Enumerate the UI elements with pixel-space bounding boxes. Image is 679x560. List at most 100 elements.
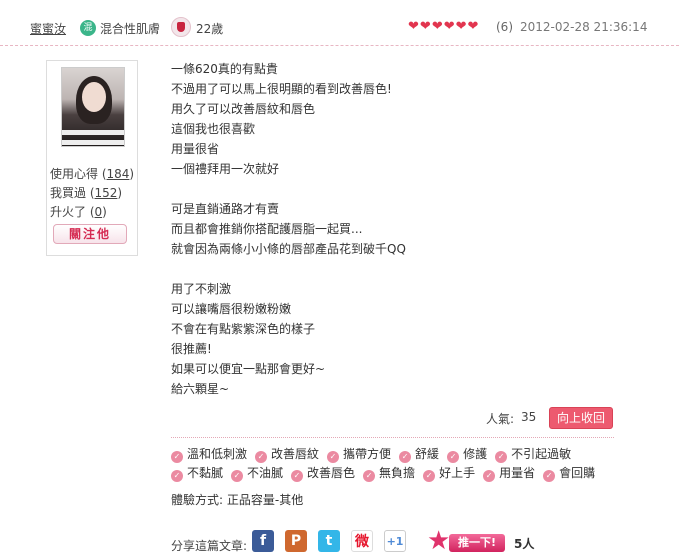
check-icon: ✓	[423, 470, 436, 482]
facebook-icon[interactable]: f	[252, 530, 274, 552]
feature-tag-label: 溫和低刺激	[187, 447, 248, 461]
plurk-icon[interactable]: P	[285, 530, 307, 552]
feature-tag: ✓ 不油膩	[231, 464, 283, 483]
feature-tag-label: 舒緩	[415, 447, 440, 461]
feature-tag: ✓ 不引起過敏	[495, 445, 571, 464]
check-icon: ✓	[327, 451, 340, 463]
avatar-stripe	[62, 140, 124, 145]
feature-tag: ✓ 溫和低刺激	[171, 445, 247, 464]
avatar[interactable]	[61, 67, 125, 147]
weibo-icon[interactable]: 微	[351, 530, 373, 552]
stat-fire-value[interactable]: 0	[95, 205, 103, 219]
feature-tag-label: 改善唇色	[307, 466, 356, 480]
feature-tag: ✓ 用量省	[483, 464, 535, 483]
avatar-face	[82, 82, 106, 112]
feature-tag-label: 改善唇紋	[271, 447, 320, 461]
feature-tag: ✓ 攜帶方便	[327, 445, 391, 464]
feature-tag-label: 好上手	[439, 466, 476, 480]
review-line: 不過用了可以馬上很明顯的看到改善唇色!	[171, 82, 392, 96]
check-icon: ✓	[363, 470, 376, 482]
age-label: 22歲	[196, 22, 224, 36]
share-label: 分享這篇文章:	[171, 539, 248, 553]
feature-tag-label: 不油膩	[247, 466, 284, 480]
check-icon: ✓	[171, 451, 183, 463]
feature-tag-label: 修護	[463, 447, 488, 461]
heart-icon: ❤	[431, 19, 443, 34]
rating-count: (6)	[496, 20, 513, 34]
skin-type-label: 混合性肌膚	[100, 22, 161, 36]
review-line: 可是直銷通路才有賣	[171, 202, 280, 216]
skin-type-icon: 混	[80, 20, 96, 36]
feature-tag: ✓ 舒緩	[399, 445, 439, 464]
feature-tag: ✓ 無負擔	[363, 464, 415, 483]
follow-button[interactable]: 關注他	[53, 224, 127, 244]
review-line: 可以讓嘴唇很粉嫩粉嫩	[171, 302, 292, 316]
feature-tag-label: 用量省	[499, 466, 536, 480]
review-line: 不會在有點紫紫深色的樣子	[171, 322, 316, 336]
feature-tag: ✓ 好上手	[423, 464, 475, 483]
review-line: 用久了可以改善唇紋和唇色	[171, 102, 316, 116]
review-body: 一條620真的有點貴不過用了可以馬上很明顯的看到改善唇色! 用久了可以改善唇紋和唇…	[171, 59, 501, 399]
experience-method: 體驗方式: 正品容量-其他	[171, 493, 304, 507]
review-header: 蜜蜜汝 混 混合性肌膚 22歲 ❤❤❤❤❤❤ (6) 2012-02-28 21…	[0, 0, 679, 46]
review-line	[171, 179, 501, 199]
feature-tag-label: 不引起過敏	[511, 447, 572, 461]
age-icon	[171, 17, 191, 37]
check-icon: ✓	[447, 451, 460, 463]
feature-tag: ✓ 改善唇色	[291, 464, 355, 483]
heart-icon: ❤	[455, 19, 467, 34]
post-datetime: 2012-02-28 21:36:14	[520, 20, 648, 34]
heart-icon: ❤	[467, 19, 479, 34]
review-line: 這個我也很喜歡	[171, 122, 256, 136]
check-icon: ✓	[483, 470, 496, 482]
stat-bought-value[interactable]: 152	[95, 186, 118, 200]
review-line: 一個禮拜用一次就好	[171, 162, 280, 176]
review-line: 而且都會推銷你搭配護唇脂一起買...	[171, 222, 363, 236]
feature-tag-label: 無負擔	[379, 466, 416, 480]
review-line: 如果可以便宜一點那會更好~	[171, 362, 326, 376]
avatar-stripe	[62, 130, 124, 135]
feature-tag: ✓ 不黏膩	[171, 464, 223, 483]
stat-reviews: 使用心得 (184)	[50, 167, 135, 181]
push-button-label: 推一下!	[449, 534, 505, 552]
divider	[171, 437, 614, 438]
stat-bought: 我買過 (152)	[50, 186, 123, 200]
heart-icon: ❤	[408, 19, 419, 34]
feature-tag-label: 不黏膩	[187, 466, 224, 480]
review-line: 給六顆星~	[171, 382, 230, 396]
check-icon: ✓	[399, 451, 412, 463]
user-profile-card: 使用心得 (184) 我買過 (152) 升火了 (0) 關注他	[46, 60, 138, 256]
feature-tag-label: 攜帶方便	[343, 447, 392, 461]
review-line: 用了不刺激	[171, 282, 232, 296]
popularity-value: 35	[521, 410, 537, 424]
stat-reviews-value[interactable]: 184	[107, 167, 130, 181]
feature-tag: ✓ 會回購	[543, 464, 595, 483]
review-line	[171, 259, 501, 279]
stat-fire: 升火了 (0)	[50, 205, 107, 219]
feature-tag: ✓ 改善唇紋	[255, 445, 319, 464]
check-icon: ✓	[543, 470, 556, 482]
twitter-icon[interactable]: t	[318, 530, 340, 552]
popularity-label: 人氣:	[486, 412, 515, 426]
review-line: 一條620真的有點貴	[171, 62, 278, 76]
check-icon: ✓	[291, 470, 304, 482]
check-icon: ✓	[495, 451, 508, 463]
stat-reviews-label: 使用心得	[50, 167, 99, 181]
check-icon: ✓	[255, 451, 268, 463]
username-link[interactable]: 蜜蜜汝	[30, 20, 66, 37]
stat-fire-label: 升火了	[50, 205, 87, 219]
review-line: 用量很省	[171, 142, 220, 156]
push-button[interactable]: ★ 推一下!	[427, 526, 507, 556]
google-plus-icon[interactable]: +1	[384, 530, 406, 552]
feature-tag-label: 會回購	[559, 466, 596, 480]
push-count: 5人	[514, 537, 535, 551]
review-line: 就會因為兩條小小條的唇部產品花到破千QQ	[171, 242, 406, 256]
heart-icon: ❤	[443, 19, 455, 34]
check-icon: ✓	[171, 470, 183, 482]
review-line: 很推薦!	[171, 342, 212, 356]
stat-bought-label: 我買過	[50, 186, 87, 200]
collapse-button[interactable]: 向上收回	[549, 407, 613, 429]
heart-icon: ❤	[419, 19, 431, 34]
feature-tags: ✓ 溫和低刺激 ✓ 改善唇紋 ✓ 攜帶方便 ✓ 舒緩 ✓ 修護 ✓ 不引起過敏✓ 不黏膩 ✓ 不油膩 ✓ 改善唇…	[171, 445, 616, 483]
feature-tag: ✓ 修護	[447, 445, 487, 464]
